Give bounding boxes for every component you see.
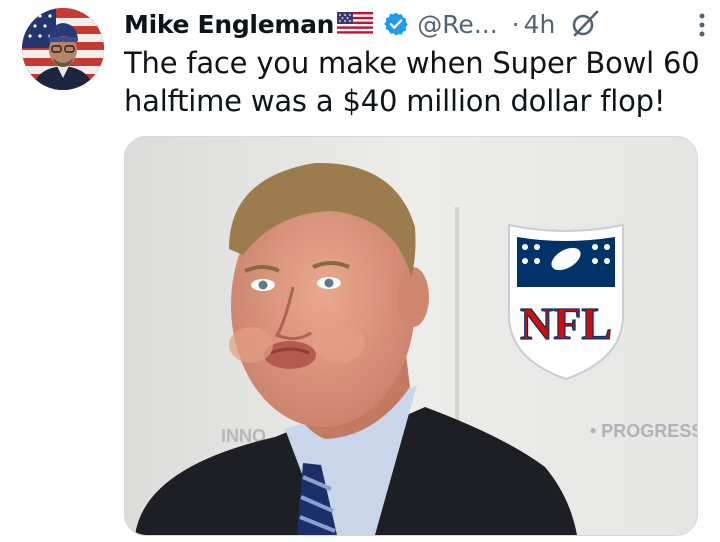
avatar-image <box>22 8 104 90</box>
avatar[interactable] <box>22 8 104 90</box>
more-icon[interactable] <box>698 12 706 38</box>
nfl-shield-logo: NFL <box>508 223 624 381</box>
svg-text:NFL: NFL <box>520 298 612 349</box>
author-name[interactable]: Mike Engleman <box>124 10 334 39</box>
separator-dot: · <box>511 9 520 39</box>
tweet-header: Mike Engleman @Re... · 4h <box>124 6 708 42</box>
tweet-media-image[interactable]: • PROGRESS INNO NFL <box>124 136 698 536</box>
author-handle[interactable]: @Re... <box>417 10 497 39</box>
us-flag-icon <box>337 12 374 36</box>
grok-icon[interactable] <box>569 8 601 40</box>
verified-icon <box>383 11 409 37</box>
backdrop-text-right: • PROGRESS <box>590 421 697 441</box>
tweet-text: The face you make when Super Bowl 60 hal… <box>124 46 700 118</box>
photo-scene: • PROGRESS INNO NFL <box>125 137 697 535</box>
tweet-time[interactable]: 4h <box>524 10 556 39</box>
